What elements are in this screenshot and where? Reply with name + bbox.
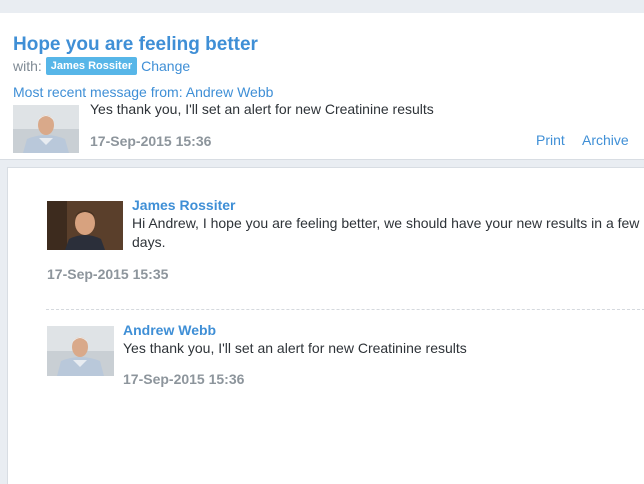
change-participant-link[interactable]: Change bbox=[141, 58, 190, 74]
thread-header: Hope you are feeling better with: James … bbox=[0, 13, 644, 160]
print-link[interactable]: Print bbox=[536, 132, 565, 148]
message-sender[interactable]: James Rossiter bbox=[132, 197, 236, 213]
recent-message-text: Yes thank you, I'll set an alert for new… bbox=[90, 101, 434, 117]
recent-message-time: 17-Sep-2015 15:36 bbox=[90, 133, 212, 149]
elderly-man-avatar bbox=[47, 326, 114, 376]
archive-link[interactable]: Archive bbox=[582, 132, 629, 148]
thread-title: Hope you are feeling better bbox=[13, 34, 258, 55]
message-thread: James Rossiter Hi Andrew, I hope you are… bbox=[7, 167, 644, 484]
with-label: with: bbox=[13, 58, 42, 74]
participant-tag[interactable]: James Rossiter bbox=[45, 57, 138, 75]
participants-row: with: James Rossiter Change bbox=[13, 57, 190, 75]
message-time: 17-Sep-2015 15:35 bbox=[47, 266, 169, 282]
young-man-avatar bbox=[47, 201, 123, 250]
message-divider bbox=[46, 309, 644, 310]
message-sender[interactable]: Andrew Webb bbox=[123, 322, 216, 338]
message-time: 17-Sep-2015 15:36 bbox=[123, 371, 245, 387]
message-body: Hi Andrew, I hope you are feeling better… bbox=[132, 215, 640, 250]
elderly-man-avatar bbox=[13, 105, 79, 153]
message-body: Yes thank you, I'll set an alert for new… bbox=[123, 340, 467, 356]
most-recent-label: Most recent message from: Andrew Webb bbox=[13, 84, 274, 100]
top-strip bbox=[0, 0, 644, 13]
